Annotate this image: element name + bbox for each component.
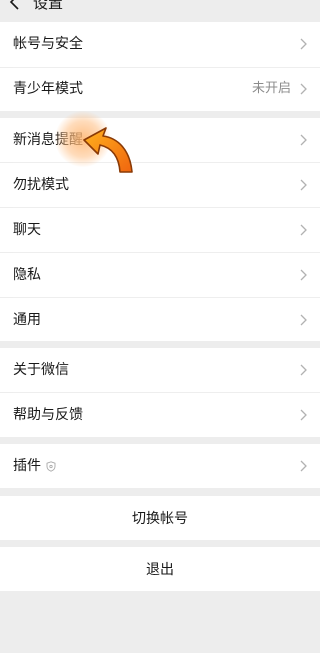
row-message-notification[interactable]: 新消息提醒 bbox=[0, 118, 320, 162]
chevron-right-icon bbox=[300, 460, 307, 472]
row-label: 帮助与反馈 bbox=[13, 407, 83, 423]
row-label: 青少年模式 bbox=[13, 81, 83, 97]
page-title: 设置 bbox=[33, 0, 64, 12]
row-label: 帐号与安全 bbox=[13, 36, 83, 52]
row-label: 隐私 bbox=[13, 267, 41, 283]
row-label: 勿扰模式 bbox=[13, 177, 69, 193]
switch-account-button[interactable]: 切换帐号 bbox=[0, 496, 320, 540]
chevron-right-icon bbox=[300, 134, 307, 146]
chevron-right-icon bbox=[300, 83, 307, 95]
header-bar: 设置 bbox=[0, 0, 320, 22]
chevron-right-icon bbox=[300, 364, 307, 376]
row-label: 通用 bbox=[13, 312, 41, 328]
chevron-right-icon bbox=[300, 314, 307, 326]
chevron-right-icon bbox=[300, 224, 307, 236]
status-value: 未开启 bbox=[251, 81, 291, 96]
row-general[interactable]: 通用 bbox=[0, 298, 320, 341]
row-account-security[interactable]: 帐号与安全 bbox=[0, 22, 320, 67]
row-label: 插件 bbox=[13, 458, 41, 474]
row-privacy[interactable]: 隐私 bbox=[0, 253, 320, 297]
row-help-feedback[interactable]: 帮助与反馈 bbox=[0, 393, 320, 437]
row-chat[interactable]: 聊天 bbox=[0, 208, 320, 252]
row-label: 聊天 bbox=[13, 222, 41, 238]
chevron-right-icon bbox=[300, 409, 307, 421]
row-label: 关于微信 bbox=[13, 362, 69, 378]
row-youth-mode[interactable]: 青少年模式 未开启 bbox=[0, 68, 320, 111]
logout-button[interactable]: 退出 bbox=[0, 547, 320, 591]
chevron-right-icon bbox=[300, 38, 307, 50]
chevron-right-icon bbox=[300, 179, 307, 191]
shield-icon bbox=[46, 461, 56, 472]
button-label: 切换帐号 bbox=[132, 511, 188, 527]
chevron-left-icon[interactable] bbox=[8, 0, 22, 10]
row-plugins[interactable]: 插件 bbox=[0, 444, 320, 488]
row-label: 新消息提醒 bbox=[13, 132, 83, 148]
row-about-wechat[interactable]: 关于微信 bbox=[0, 348, 320, 392]
chevron-right-icon bbox=[300, 269, 307, 281]
button-label: 退出 bbox=[146, 562, 174, 578]
row-do-not-disturb[interactable]: 勿扰模式 bbox=[0, 163, 320, 207]
